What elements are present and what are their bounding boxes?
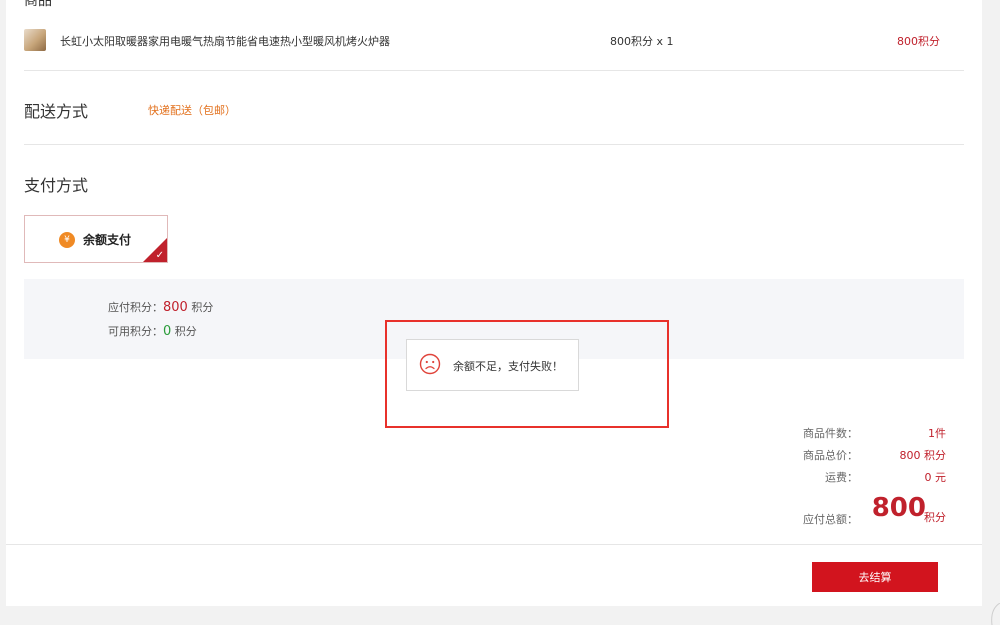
due-points-label: 应付积分：: [108, 301, 163, 314]
summary-total-label: 商品总价：: [803, 449, 858, 462]
summary-shipping-label: 运费：: [825, 471, 858, 484]
due-points-row: 应付积分：800 积分: [108, 299, 213, 315]
product-name[interactable]: 长虹小太阳取暖器家用电暖气热扇节能省电速热小型暖风机烤火炉器: [60, 33, 390, 49]
summary-total-value: 800 积分: [899, 449, 947, 462]
available-points-label: 可用积分：: [108, 325, 163, 338]
order-confirmation-card: 商品 长虹小太阳取暖器家用电暖气热扇节能省电速热小型暖风机烤火炉器 800积分 …: [6, 0, 982, 606]
due-points-unit: 积分: [191, 301, 214, 314]
product-price: 800积分: [897, 35, 940, 48]
product-row: 长虹小太阳取暖器家用电暖气热扇节能省电速热小型暖风机烤火炉器 800积分 x 1…: [24, 20, 964, 64]
divider: [24, 70, 964, 71]
due-points-value: 800: [163, 300, 188, 315]
error-toast: 余额不足，支付失败！: [406, 339, 579, 391]
available-points-row: 可用积分：0 积分: [108, 323, 197, 339]
delivery-option[interactable]: 快递配送（包邮）: [148, 102, 236, 118]
product-section-label: 商品: [24, 0, 52, 9]
balance-payment-option[interactable]: ¥ 余额支付 ✓: [24, 215, 168, 263]
divider: [24, 144, 964, 145]
payable-unit: 积分: [924, 511, 946, 524]
product-thumbnail: [24, 29, 46, 51]
available-points-unit: 积分: [174, 325, 197, 338]
payment-method-label: 余额支付: [83, 233, 132, 247]
summary-count-row: 商品件数： 1件: [786, 425, 946, 447]
product-quantity: 800积分 x 1: [610, 35, 674, 48]
payable-amount: 800: [871, 493, 926, 523]
summary-count-label: 商品件数：: [803, 427, 858, 440]
divider: [6, 544, 982, 545]
delivery-section-label: 配送方式: [24, 102, 89, 121]
summary-shipping-row: 运费： 0 元: [786, 469, 946, 491]
summary-shipping-value: 0 元: [924, 471, 947, 484]
summary-count-value: 1件: [928, 427, 946, 440]
toast-message: 余额不足，支付失败！: [453, 360, 563, 373]
order-summary: 商品件数： 1件 商品总价： 800 积分 运费： 0 元 应付总额： 800 …: [786, 425, 946, 531]
payment-section-label: 支付方式: [24, 176, 89, 195]
corner-scroll-indicator: [991, 603, 1000, 625]
summary-total-row: 商品总价： 800 积分: [786, 447, 946, 469]
payable-label: 应付总额：: [803, 513, 858, 526]
summary-payable-row: 应付总额： 800 积分: [786, 493, 946, 531]
money-bag-icon: ¥: [59, 232, 75, 248]
checkout-button[interactable]: 去结算: [812, 562, 938, 592]
checkmark-icon: ✓: [155, 250, 164, 261]
sad-face-icon: [419, 353, 441, 375]
available-points-value: 0: [163, 324, 172, 339]
